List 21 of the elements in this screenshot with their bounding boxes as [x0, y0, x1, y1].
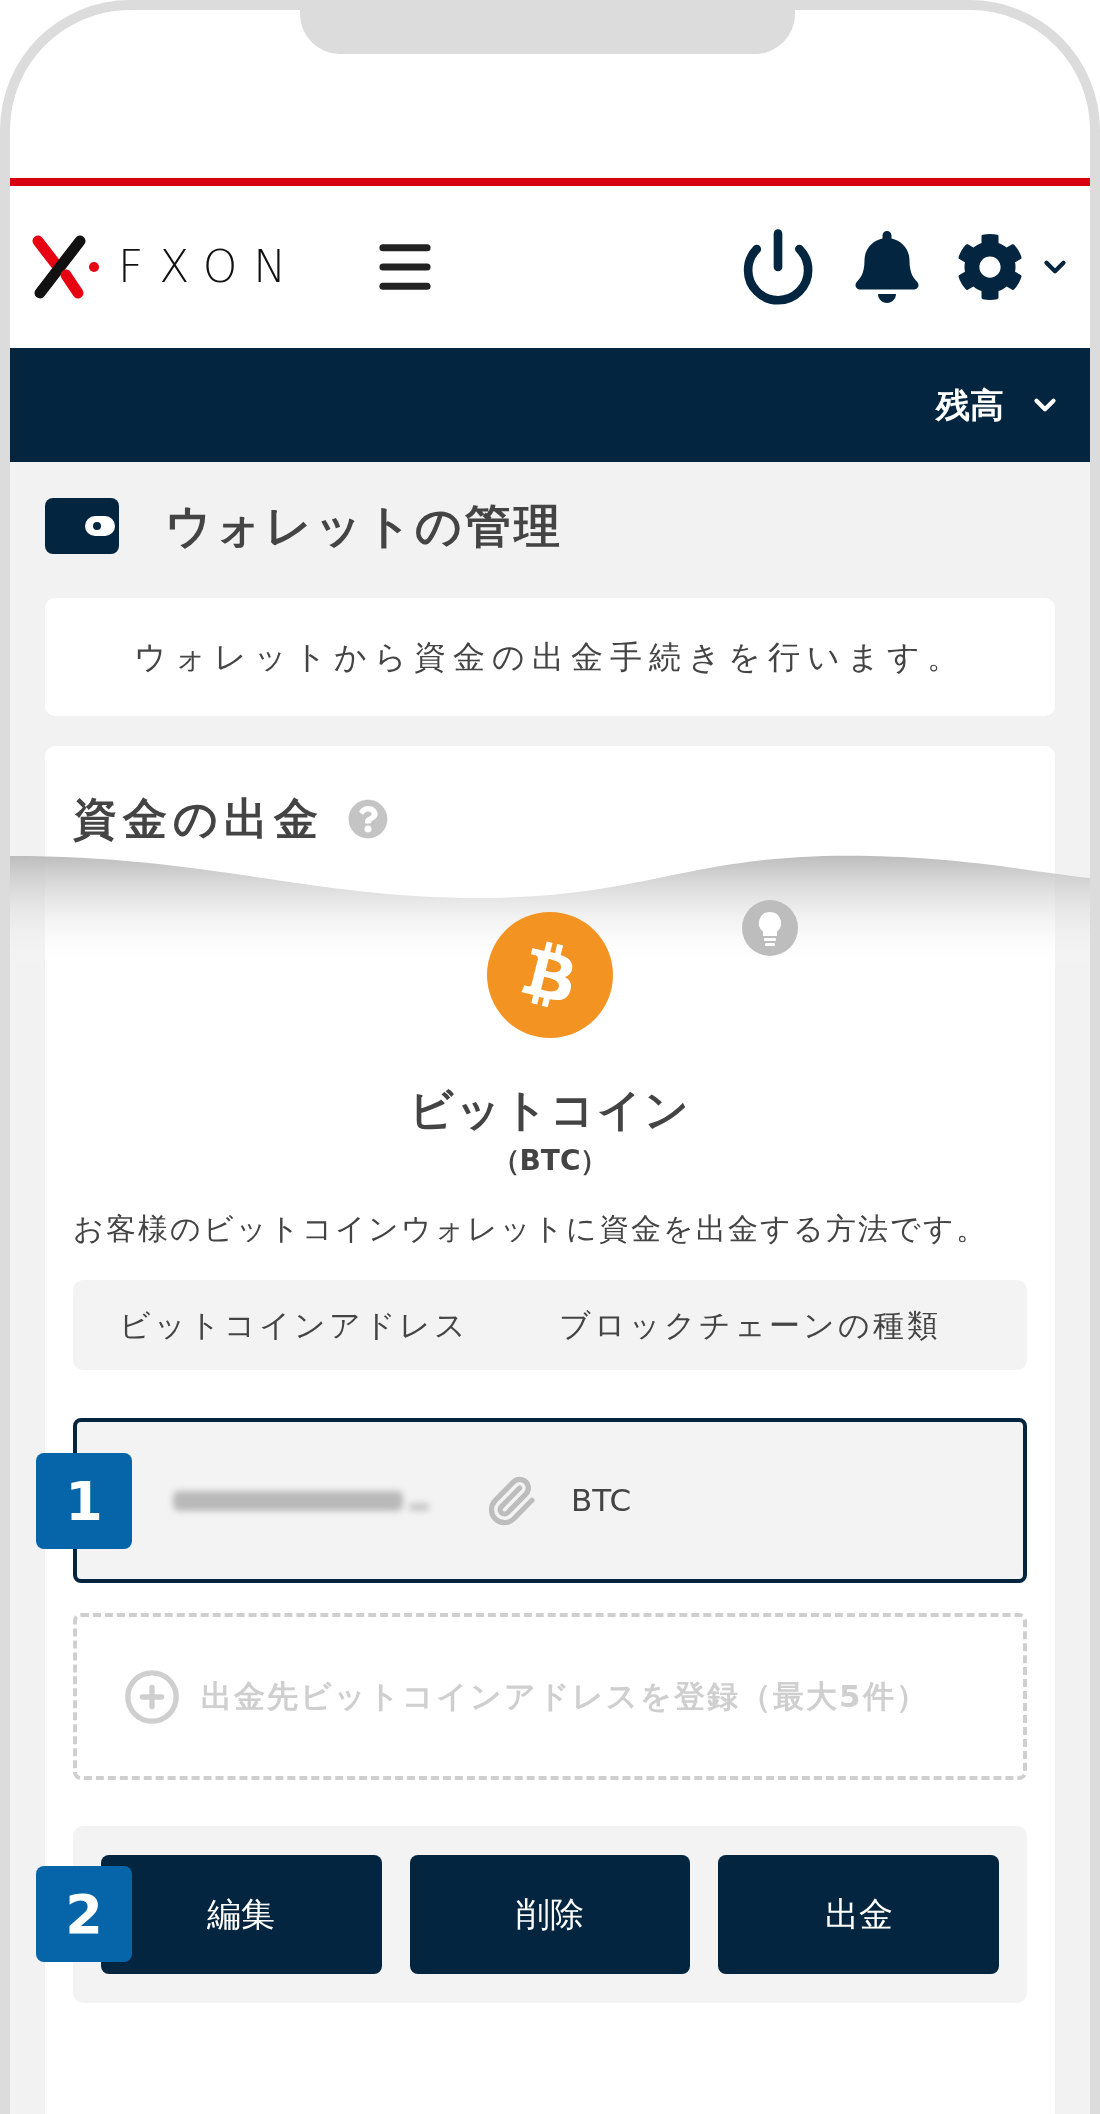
section-title: 資金の出金 [73, 792, 324, 846]
balance-toggle[interactable]: 残高 [936, 379, 1004, 431]
plus-circle-icon [123, 1667, 181, 1726]
action-button[interactable]: 出金 [718, 1855, 999, 1974]
step-number-badge: 1 [36, 1453, 132, 1549]
column-header: ビットコインアドレス [119, 1305, 469, 1345]
notification-bell-icon[interactable] [854, 231, 920, 303]
action-button[interactable]: 削除 [409, 1855, 691, 1974]
column-header: ブロックチェーンの種類 [559, 1305, 941, 1345]
description-text: お客様のビットコインウォレットに資金を出金する方法です。 [73, 1210, 989, 1248]
wallet-icon [45, 498, 119, 554]
coin-name: ビットコイン [408, 1083, 692, 1137]
page-title: ウォレットの管理 [165, 497, 563, 555]
action-button[interactable]: 編集 [101, 1855, 382, 1974]
logo[interactable]: FXON [28, 233, 303, 301]
blockchain-type: BTC [571, 1481, 632, 1521]
logo-wordmark: FXON [118, 245, 303, 289]
step-number-badge: 2 [36, 1866, 132, 1962]
intro-text: ウォレットから資金の出金手続きを行います。 [134, 637, 966, 678]
coin-ticker: （BTC） [490, 1143, 610, 1178]
settings-icon[interactable] [956, 233, 1024, 301]
